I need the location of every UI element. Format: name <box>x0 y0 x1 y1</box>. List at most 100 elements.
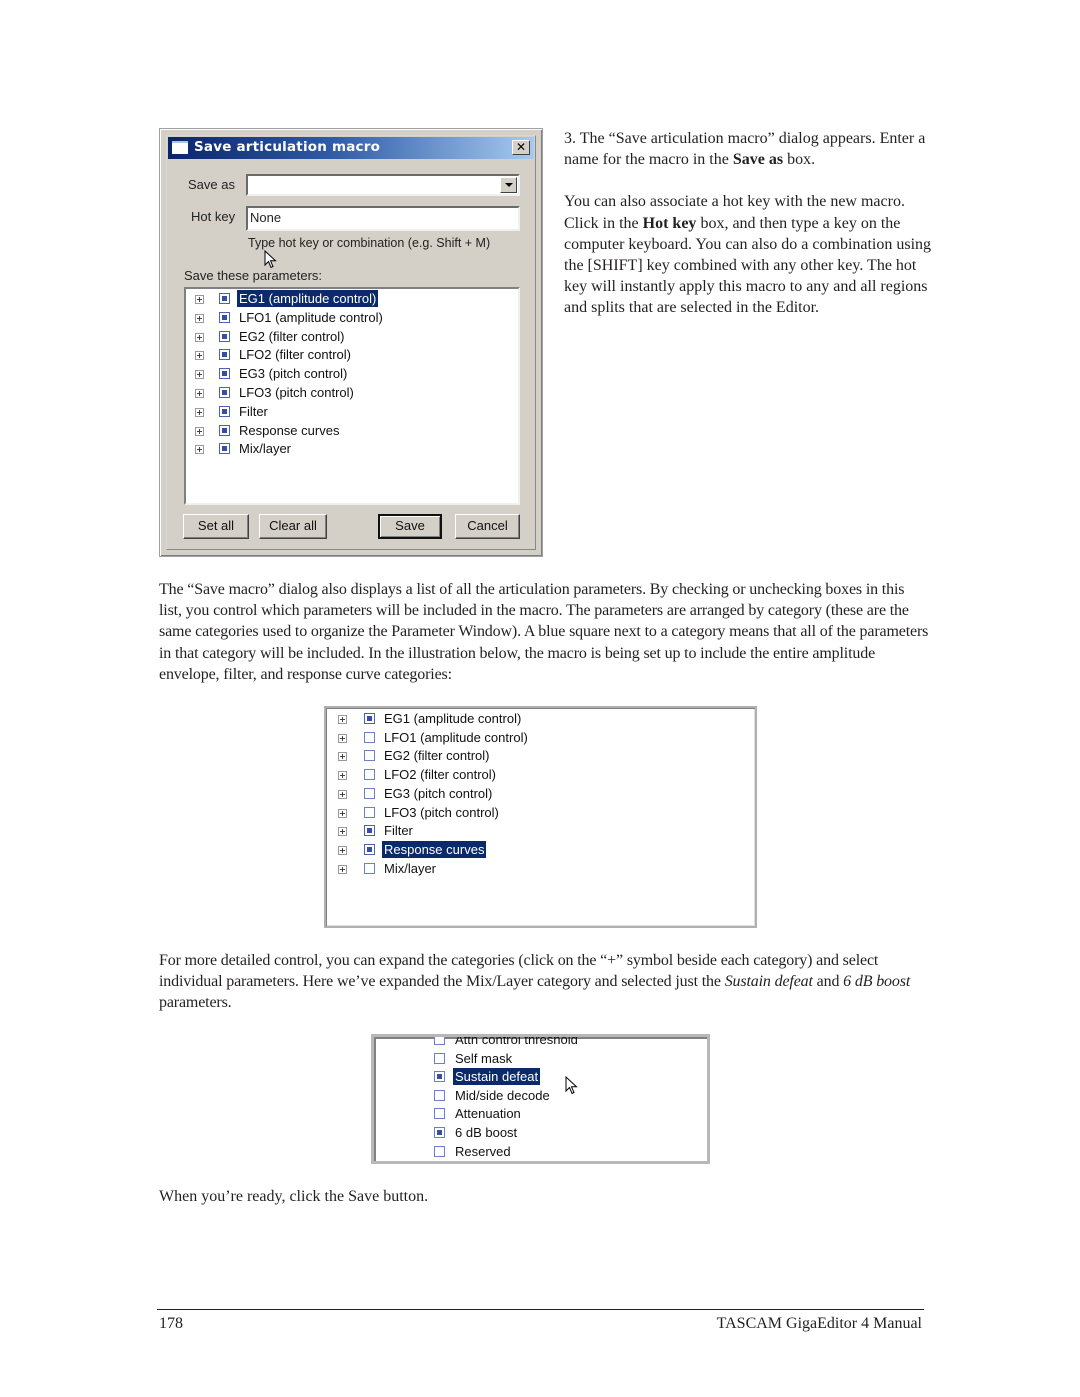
category-row[interactable]: EG3 (pitch control) <box>330 785 759 803</box>
item-label[interactable]: Mix/layer <box>382 860 438 877</box>
item-label[interactable]: EG2 (filter control) <box>382 747 491 764</box>
category-list-illustration[interactable]: EG1 (amplitude control) LFO1 (amplitude c… <box>324 706 757 928</box>
item-label[interactable]: Response curves <box>382 840 487 858</box>
mix-layer-parameter-row[interactable]: Self mask <box>374 1050 707 1068</box>
checked-checkbox[interactable] <box>219 349 230 361</box>
item-label[interactable]: EG2 (filter control) <box>237 328 346 345</box>
checked-checkbox[interactable] <box>219 387 230 398</box>
expand-plus-icon[interactable] <box>338 845 347 855</box>
unchecked-checkbox[interactable] <box>434 1052 445 1064</box>
expand-plus-icon[interactable] <box>195 295 204 304</box>
unchecked-checkbox[interactable] <box>364 750 375 762</box>
checked-checkbox[interactable] <box>364 825 375 837</box>
item-label[interactable]: LFO2 (filter control) <box>237 346 353 363</box>
set-all-button[interactable]: Set all <box>183 514 249 539</box>
parameter-tree[interactable]: EG1 (amplitude control) LFO1 (amplitude c… <box>184 287 520 505</box>
expand-plus-icon[interactable] <box>195 445 204 455</box>
unchecked-checkbox[interactable] <box>434 1145 445 1157</box>
item-label[interactable]: LFO1 (amplitude control) <box>382 729 530 746</box>
expand-plus-icon[interactable] <box>195 389 204 398</box>
checked-checkbox[interactable] <box>364 713 375 724</box>
category-row[interactable]: LFO1 (amplitude control) <box>330 729 759 747</box>
checked-checkbox[interactable] <box>434 1071 445 1083</box>
checked-checkbox[interactable] <box>219 405 230 417</box>
mix-layer-parameter-row[interactable]: 6 dB boost <box>374 1124 707 1142</box>
expand-plus-icon[interactable] <box>338 752 347 762</box>
unchecked-checkbox[interactable] <box>364 862 375 874</box>
item-label[interactable]: LFO3 (pitch control) <box>382 804 501 821</box>
checked-checkbox[interactable] <box>219 424 230 436</box>
item-label[interactable]: Sustain defeat <box>453 1068 541 1086</box>
item-label[interactable]: LFO2 (filter control) <box>382 766 498 783</box>
expand-plus-icon[interactable] <box>338 733 347 743</box>
item-label[interactable]: EG3 (pitch control) <box>382 785 494 802</box>
mix-layer-list-illustration[interactable]: Attn control threshold Self mask Sustain d… <box>371 1034 710 1164</box>
checked-checkbox[interactable] <box>434 1127 445 1138</box>
parameter-category-row[interactable]: Mix/layer <box>186 440 518 458</box>
unchecked-checkbox[interactable] <box>364 769 375 781</box>
category-row[interactable]: EG1 (amplitude control) <box>330 710 759 728</box>
item-label[interactable]: LFO3 (pitch control) <box>237 384 356 401</box>
mix-layer-parameter-row[interactable]: Attenuation <box>374 1105 707 1123</box>
hot-key-input[interactable]: None <box>246 206 520 231</box>
item-label[interactable]: Reserved <box>453 1143 513 1160</box>
item-label[interactable]: LFO1 (amplitude control) <box>237 309 385 326</box>
parameter-category-row[interactable]: EG3 (pitch control) <box>186 365 518 383</box>
expand-plus-icon[interactable] <box>338 789 347 799</box>
parameter-category-row[interactable]: LFO3 (pitch control) <box>186 384 518 402</box>
item-label[interactable]: EG1 (amplitude control) <box>237 290 379 307</box>
item-label[interactable]: Attn control threshold <box>453 1037 580 1048</box>
item-label[interactable]: Mid/side decode <box>453 1087 552 1104</box>
mix-layer-parameter-row[interactable]: Sustain defeat <box>374 1068 707 1086</box>
item-label[interactable]: Filter <box>382 822 415 839</box>
checked-checkbox[interactable] <box>219 368 230 380</box>
item-label[interactable]: EG1 (amplitude control) <box>382 710 523 727</box>
checked-checkbox[interactable] <box>219 293 230 304</box>
parameter-category-row[interactable]: Response curves <box>186 422 518 440</box>
mix-layer-parameter-row[interactable]: Attn control threshold <box>374 1037 707 1049</box>
expand-plus-icon[interactable] <box>195 332 204 342</box>
clear-all-button[interactable]: Clear all <box>259 514 327 539</box>
item-label[interactable]: Response curves <box>237 422 341 439</box>
save-as-combobox[interactable] <box>246 174 520 196</box>
chevron-down-icon[interactable] <box>500 177 517 193</box>
item-label[interactable]: Attenuation <box>453 1105 523 1122</box>
expand-plus-icon[interactable] <box>338 715 347 724</box>
checked-checkbox[interactable] <box>219 311 230 323</box>
expand-plus-icon[interactable] <box>195 370 204 380</box>
mix-layer-parameter-row[interactable]: Reserved <box>374 1143 707 1161</box>
category-row[interactable]: Filter <box>330 822 759 840</box>
mix-layer-parameter-row[interactable]: Mid/side decode <box>374 1087 707 1105</box>
category-row[interactable]: EG2 (filter control) <box>330 747 759 765</box>
cancel-button[interactable]: Cancel <box>455 514 520 539</box>
checked-checkbox[interactable] <box>219 330 230 342</box>
checked-checkbox[interactable] <box>219 443 230 455</box>
item-label[interactable]: EG3 (pitch control) <box>237 365 349 382</box>
parameter-category-row[interactable]: Filter <box>186 403 518 421</box>
checked-checkbox[interactable] <box>364 843 375 855</box>
expand-plus-icon[interactable] <box>338 808 347 818</box>
unchecked-checkbox[interactable] <box>364 731 375 743</box>
parameter-category-row[interactable]: LFO2 (filter control) <box>186 346 518 364</box>
expand-plus-icon[interactable] <box>195 313 204 323</box>
category-row[interactable]: Response curves <box>330 840 759 859</box>
item-label[interactable]: Self mask <box>453 1050 514 1067</box>
parameter-category-row[interactable]: EG2 (filter control) <box>186 328 518 346</box>
unchecked-checkbox[interactable] <box>364 806 375 818</box>
expand-plus-icon[interactable] <box>195 407 204 417</box>
category-row[interactable]: LFO2 (filter control) <box>330 766 759 784</box>
expand-plus-icon[interactable] <box>338 827 347 837</box>
expand-plus-icon[interactable] <box>338 864 347 874</box>
expand-plus-icon[interactable] <box>338 771 347 781</box>
unchecked-checkbox[interactable] <box>364 787 375 799</box>
item-label[interactable]: Mix/layer <box>237 440 293 457</box>
item-label[interactable]: 6 dB boost <box>453 1124 519 1141</box>
unchecked-checkbox[interactable] <box>434 1108 445 1120</box>
dialog-title-bar[interactable]: Save articulation macro ✕ <box>168 137 534 159</box>
unchecked-checkbox[interactable] <box>434 1037 445 1045</box>
parameter-category-row[interactable]: EG1 (amplitude control) <box>186 290 518 308</box>
save-button[interactable]: Save <box>378 514 442 539</box>
close-button[interactable]: ✕ <box>512 140 530 155</box>
expand-plus-icon[interactable] <box>195 351 204 361</box>
unchecked-checkbox[interactable] <box>434 1089 445 1101</box>
